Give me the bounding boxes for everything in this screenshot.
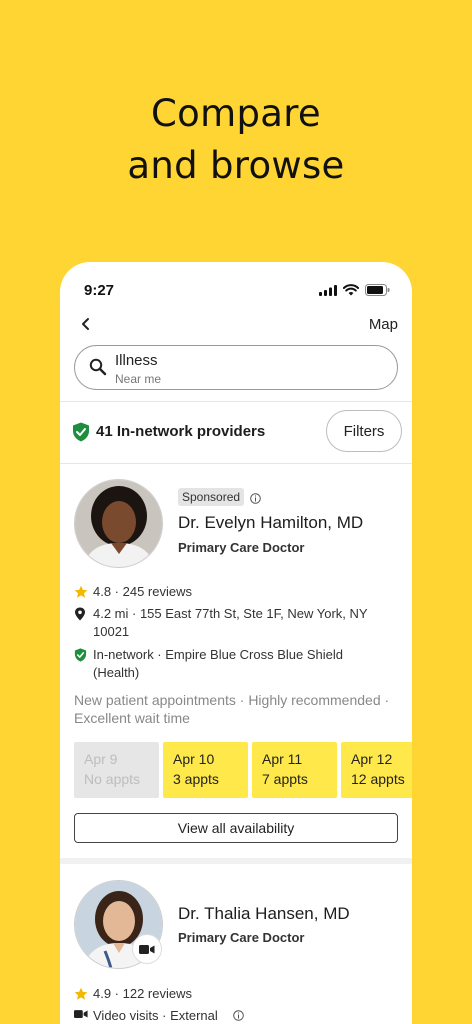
info-icon[interactable] — [250, 493, 261, 504]
divider — [60, 463, 412, 464]
star-icon — [74, 987, 88, 1000]
video-visit-badge — [132, 934, 162, 964]
status-time: 9:27 — [84, 282, 115, 299]
view-all-availability-button[interactable]: View all availability — [74, 813, 398, 843]
slot-date: Apr 9 — [84, 751, 118, 767]
card-separator — [60, 858, 412, 864]
provider-address: 4.2 mi · 155 East 77th St, Ste 1F, New Y… — [74, 605, 386, 641]
provider-name[interactable]: Dr. Thalia Hansen, MD — [178, 904, 350, 924]
results-header: 41 In-network providers Filters — [72, 410, 402, 454]
slot-apr-9: Apr 9 No appts — [74, 742, 159, 798]
provider-specialty: Primary Care Doctor — [178, 930, 305, 945]
provider-rating: 4.8 · 245 reviews — [74, 583, 192, 601]
slot-apr-12[interactable]: Apr 12 12 appts — [341, 742, 412, 798]
slot-date: Apr 10 — [173, 751, 215, 767]
rating-text: 4.9 · 122 reviews — [93, 986, 192, 1001]
slot-appts: No appts — [84, 771, 141, 787]
sponsored-badge: Sponsored — [178, 488, 245, 506]
shield-check-icon — [74, 648, 87, 662]
slot-appts: 7 appts — [262, 771, 308, 787]
filters-button[interactable]: Filters — [326, 410, 402, 452]
provider-highlights: New patient appointments · Highly recomm… — [74, 692, 390, 726]
slot-date: Apr 12 — [351, 751, 393, 767]
visit-type-text: Video visits · External — [93, 1008, 218, 1023]
phone-screen: 9:27 Map Illness Near me 41 In-network p… — [60, 262, 412, 1024]
slot-appts: 12 appts — [351, 771, 405, 787]
headline: Compare and browse — [0, 88, 472, 192]
star-icon — [74, 585, 88, 598]
search-icon — [89, 358, 107, 376]
search-field[interactable]: Illness Near me — [74, 345, 398, 390]
back-chevron-icon[interactable] — [76, 314, 96, 334]
video-camera-icon — [139, 944, 155, 954]
slot-apr-10[interactable]: Apr 10 3 appts — [163, 742, 248, 798]
rating-text: 4.8 · 245 reviews — [93, 584, 192, 599]
signal-icon — [319, 284, 337, 296]
slot-date: Apr 11 — [262, 751, 303, 767]
nav-bar: Map — [76, 314, 398, 338]
provider-network: In-network · Empire Blue Cross Blue Shie… — [74, 646, 386, 682]
slot-appts: 3 appts — [173, 771, 219, 787]
provider-visit-type: Video visits · External — [74, 1007, 218, 1024]
wifi-icon — [343, 284, 359, 296]
provider-name[interactable]: Dr. Evelyn Hamilton, MD — [178, 513, 363, 533]
slot-apr-11[interactable]: Apr 11 7 appts — [252, 742, 337, 798]
shield-check-icon — [73, 422, 89, 442]
search-location: Near me — [115, 372, 162, 386]
network-text: In-network · Empire Blue Cross Blue Shie… — [93, 647, 343, 680]
provider-count: 41 In-network providers — [96, 423, 266, 440]
location-pin-icon — [75, 607, 85, 621]
map-button[interactable]: Map — [369, 316, 398, 333]
availability-slots: Apr 9 No appts Apr 10 3 appts Apr 11 7 a… — [74, 742, 412, 798]
status-bar: 9:27 — [84, 282, 390, 302]
provider-rating: 4.9 · 122 reviews — [74, 985, 192, 1003]
provider-specialty: Primary Care Doctor — [178, 540, 305, 555]
search-query: Illness — [115, 352, 158, 369]
provider-avatar[interactable] — [74, 479, 163, 568]
address-text: 4.2 mi · 155 East 77th St, Ste 1F, New Y… — [93, 606, 368, 639]
headline-line-2: and browse — [127, 144, 345, 187]
video-camera-icon — [74, 1010, 88, 1018]
info-icon[interactable] — [233, 1010, 244, 1021]
divider — [60, 401, 412, 402]
battery-icon — [365, 284, 390, 296]
headline-line-1: Compare — [151, 92, 321, 135]
doctor-photo — [75, 480, 162, 567]
